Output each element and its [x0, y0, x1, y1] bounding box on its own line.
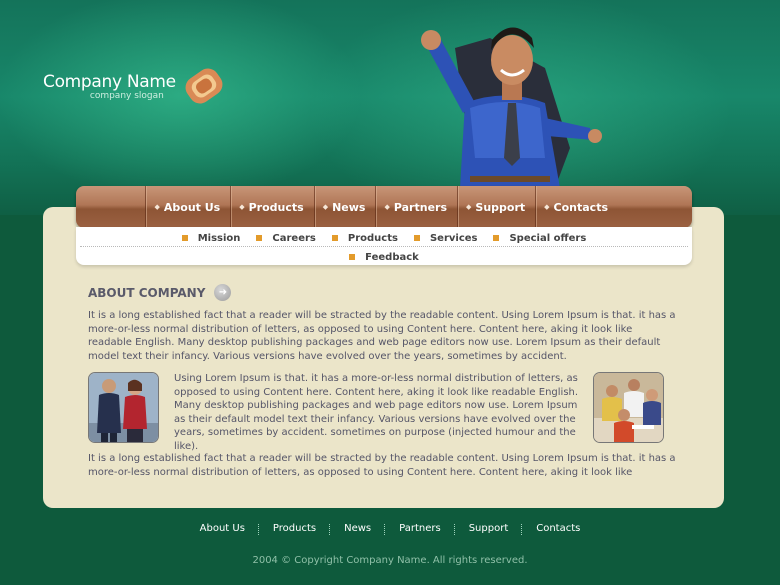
main-nav-contacts[interactable]: ◆ Contacts: [535, 186, 618, 228]
sub-nav-label: Mission: [197, 232, 241, 244]
arrow-right-icon[interactable]: ➜: [214, 284, 232, 301]
logo-emblem-icon: [185, 68, 223, 104]
square-bullet-icon: [331, 235, 338, 241]
about-paragraph-1: It is a long established fact that a rea…: [88, 310, 676, 362]
sub-nav-divider: [80, 246, 688, 247]
footer-nav: About Us Products News Partners Support …: [0, 523, 780, 535]
sub-nav-label: Products: [347, 232, 398, 244]
sub-nav: Mission Careers Products Services Specia…: [76, 227, 692, 265]
main-nav-about-us[interactable]: ◆ About Us: [145, 186, 230, 228]
main-nav: ◆ About Us ◆ Products ◆ News ◆ Partners ◆ Sup…: [76, 186, 692, 228]
team-meeting-photo: [593, 372, 664, 443]
square-bullet-icon: [493, 235, 500, 241]
diamond-bullet-icon: ◆: [322, 203, 329, 211]
footer-link-contacts[interactable]: Contacts: [521, 523, 594, 535]
sub-nav-mission[interactable]: Mission: [174, 230, 249, 246]
footer-link-products[interactable]: Products: [257, 523, 330, 535]
main-nav-label: Products: [248, 200, 304, 214]
sub-nav-products[interactable]: Products: [324, 230, 406, 246]
main-nav-label: Support: [475, 200, 526, 214]
diamond-bullet-icon: ◆: [154, 203, 160, 211]
sub-nav-label: Careers: [272, 232, 316, 244]
diamond-bullet-icon: ◆: [544, 203, 550, 211]
main-nav-label: News: [332, 200, 366, 214]
diamond-bullet-icon: ◆: [239, 203, 245, 211]
main-nav-support[interactable]: ◆ Support: [457, 186, 535, 228]
main-nav-label: Contacts: [553, 200, 608, 214]
businessman-photo: [421, 27, 602, 188]
footer-link-support[interactable]: Support: [453, 523, 523, 535]
sub-nav-services[interactable]: Services: [406, 230, 486, 246]
business-couple-photo: [88, 372, 159, 443]
company-slogan: company slogan: [89, 91, 164, 101]
sub-nav-careers[interactable]: Careers: [248, 230, 323, 246]
main-nav-label: About Us: [163, 200, 221, 214]
footer-link-news[interactable]: News: [329, 523, 385, 535]
about-paragraph-3: It is a long established fact that a rea…: [88, 453, 676, 478]
sub-nav-feedback[interactable]: Feedback: [341, 249, 427, 265]
footer-link-partners[interactable]: Partners: [384, 523, 455, 535]
sub-nav-label: Services: [429, 232, 478, 244]
diamond-bullet-icon: ◆: [466, 203, 472, 211]
sub-nav-label: Special offers: [509, 232, 587, 244]
sub-nav-special-offers[interactable]: Special offers: [485, 230, 594, 246]
sub-nav-label: Feedback: [365, 251, 419, 263]
logo[interactable]: Company Name company slogan: [43, 72, 176, 101]
square-bullet-icon: [181, 235, 188, 241]
copyright-text: 2004 © Copyright Company Name. All right…: [252, 555, 528, 566]
main-nav-label: Partners: [393, 200, 447, 214]
square-bullet-icon: [413, 235, 420, 241]
company-name: Company Name: [43, 72, 176, 92]
main-nav-partners[interactable]: ◆ Partners: [375, 186, 457, 228]
about-paragraph-2: Using Lorem Ipsum is that. it has a more…: [174, 373, 579, 452]
main-nav-news[interactable]: ◆ News: [313, 186, 376, 228]
header-banner: Company Name company slogan: [0, 0, 780, 215]
footer-link-about-us[interactable]: About Us: [186, 523, 259, 534]
diamond-bullet-icon: ◆: [384, 203, 390, 211]
main-nav-products[interactable]: ◆ Products: [230, 186, 313, 228]
about-title-text: ABOUT COMPANY: [88, 285, 206, 300]
square-bullet-icon: [349, 254, 356, 260]
square-bullet-icon: [256, 235, 263, 241]
about-section-title: ABOUT COMPANY ➜: [88, 284, 232, 301]
